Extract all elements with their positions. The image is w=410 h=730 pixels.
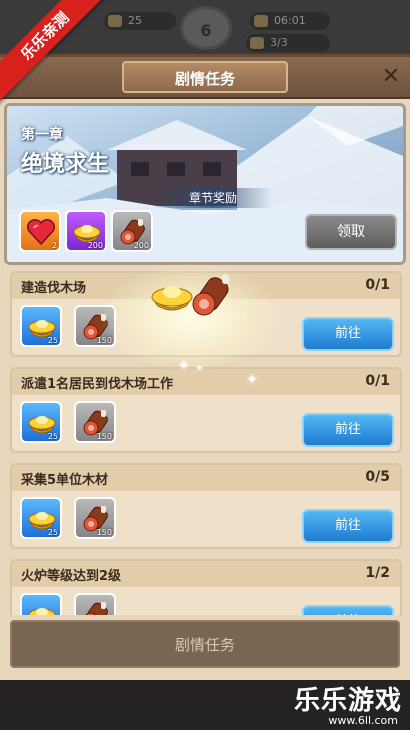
task-reward-meat[interactable]: 150 <box>74 401 116 443</box>
panel-title: 剧情任务 <box>174 70 235 88</box>
watermark-url: www.6ll.com <box>328 714 398 727</box>
reward-qty: 200 <box>133 241 149 250</box>
site-watermark: 乐乐游戏 www.6ll.com <box>272 680 402 728</box>
task-reward-gold[interactable]: 25 <box>20 593 62 615</box>
meat-icon <box>85 602 108 615</box>
reward-qty: 25 <box>47 336 58 345</box>
timer-counter: 06:01 <box>250 12 330 30</box>
hourglass-dial: 6 <box>180 6 232 50</box>
reward-slot-heart[interactable]: 2 <box>19 210 61 252</box>
reward-slot-gold[interactable]: 200 <box>65 210 107 252</box>
title-plate: 剧情任务 <box>122 61 288 93</box>
bottom-tab-label: 剧情任务 <box>174 636 235 654</box>
bottom-story-tab[interactable]: 剧情任务 <box>10 620 400 668</box>
task-item: 派遣1名居民到伐木场工作 0/1 25 150 前往 <box>10 367 402 453</box>
claim-button[interactable]: 领取 <box>305 214 397 250</box>
reward-qty: 200 <box>87 241 103 250</box>
task-title: 火炉等级达到2级 <box>21 569 122 584</box>
wood-count: 25 <box>128 14 142 27</box>
task-title: 派遣1名居民到伐木场工作 <box>21 377 174 392</box>
clock-icon <box>254 15 268 27</box>
wood-counter: 25 <box>104 12 176 30</box>
story-task-panel: 剧情任务 ✕ 第一章 绝境求生 章节奖励 2 200 200 领取 建造伐木场 … <box>0 54 410 680</box>
corner-ribbon: 乐乐亲测 <box>0 0 110 110</box>
sparkle-icon: ✦ <box>246 372 258 388</box>
close-icon[interactable]: ✕ <box>378 64 404 90</box>
chapter-title: 绝境求生 <box>21 152 110 177</box>
task-reward-gold[interactable]: 25 <box>20 401 62 443</box>
meat-icon <box>192 274 229 316</box>
task-progress: 0/5 <box>365 469 390 485</box>
gold-ingot-icon <box>28 608 56 615</box>
reward-qty: 25 <box>47 528 58 537</box>
task-header: 火炉等级达到2级 1/2 <box>12 561 400 587</box>
reward-qty: 150 <box>96 528 112 537</box>
timer-value: 06:01 <box>274 14 306 27</box>
people-value: 3/3 <box>270 36 288 49</box>
task-reward-meat[interactable]: 150 <box>74 305 116 347</box>
reward-qty: 150 <box>96 336 112 345</box>
reward-slot-meat[interactable]: 200 <box>111 210 153 252</box>
task-progress: 0/1 <box>365 277 390 293</box>
task-header: 派遣1名居民到伐木场工作 0/1 <box>12 369 400 395</box>
reward-qty: 150 <box>96 432 112 441</box>
task-progress: 0/1 <box>365 373 390 389</box>
wood-icon <box>108 15 122 27</box>
people-icon <box>250 37 264 49</box>
gold-ingot-icon <box>151 286 193 311</box>
watermark-name: 乐乐游戏 <box>293 686 402 716</box>
go-button[interactable]: 前往 <box>302 413 394 447</box>
sparkle-icon: ✦ <box>178 358 190 374</box>
task-reward-meat[interactable]: 150 <box>74 497 116 539</box>
dial-value: 6 <box>200 21 212 40</box>
task-title: 采集5单位木材 <box>21 473 109 488</box>
chapter-number: 第一章 <box>21 127 63 143</box>
reward-qty: 2 <box>51 241 57 250</box>
task-item: 火炉等级达到2级 1/2 25 150 前往 <box>10 559 402 615</box>
task-reward-gold[interactable]: 25 <box>20 497 62 539</box>
go-button[interactable]: 前往 <box>302 605 394 615</box>
chapter-card: 第一章 绝境求生 章节奖励 2 200 200 领取 <box>4 103 406 265</box>
task-item: 采集5单位木材 0/5 25 150 前往 <box>10 463 402 549</box>
task-header: 采集5单位木材 0/5 <box>12 465 400 491</box>
task-progress: 1/2 <box>365 565 390 581</box>
task-reward-gold[interactable]: 25 <box>20 305 62 347</box>
task-title: 建造伐木场 <box>21 281 87 296</box>
sparkle-icon: ✦ <box>196 364 204 374</box>
ribbon-text: 乐乐亲测 <box>0 0 110 107</box>
go-button[interactable]: 前往 <box>302 509 394 543</box>
floating-reward-icons <box>151 274 229 316</box>
task-reward-meat[interactable]: 150 <box>74 593 116 615</box>
chapter-reward-label: 章节奖励 <box>153 188 273 208</box>
reward-qty: 25 <box>47 432 58 441</box>
go-button[interactable]: 前往 <box>302 317 394 351</box>
people-counter: 3/3 <box>246 34 330 52</box>
